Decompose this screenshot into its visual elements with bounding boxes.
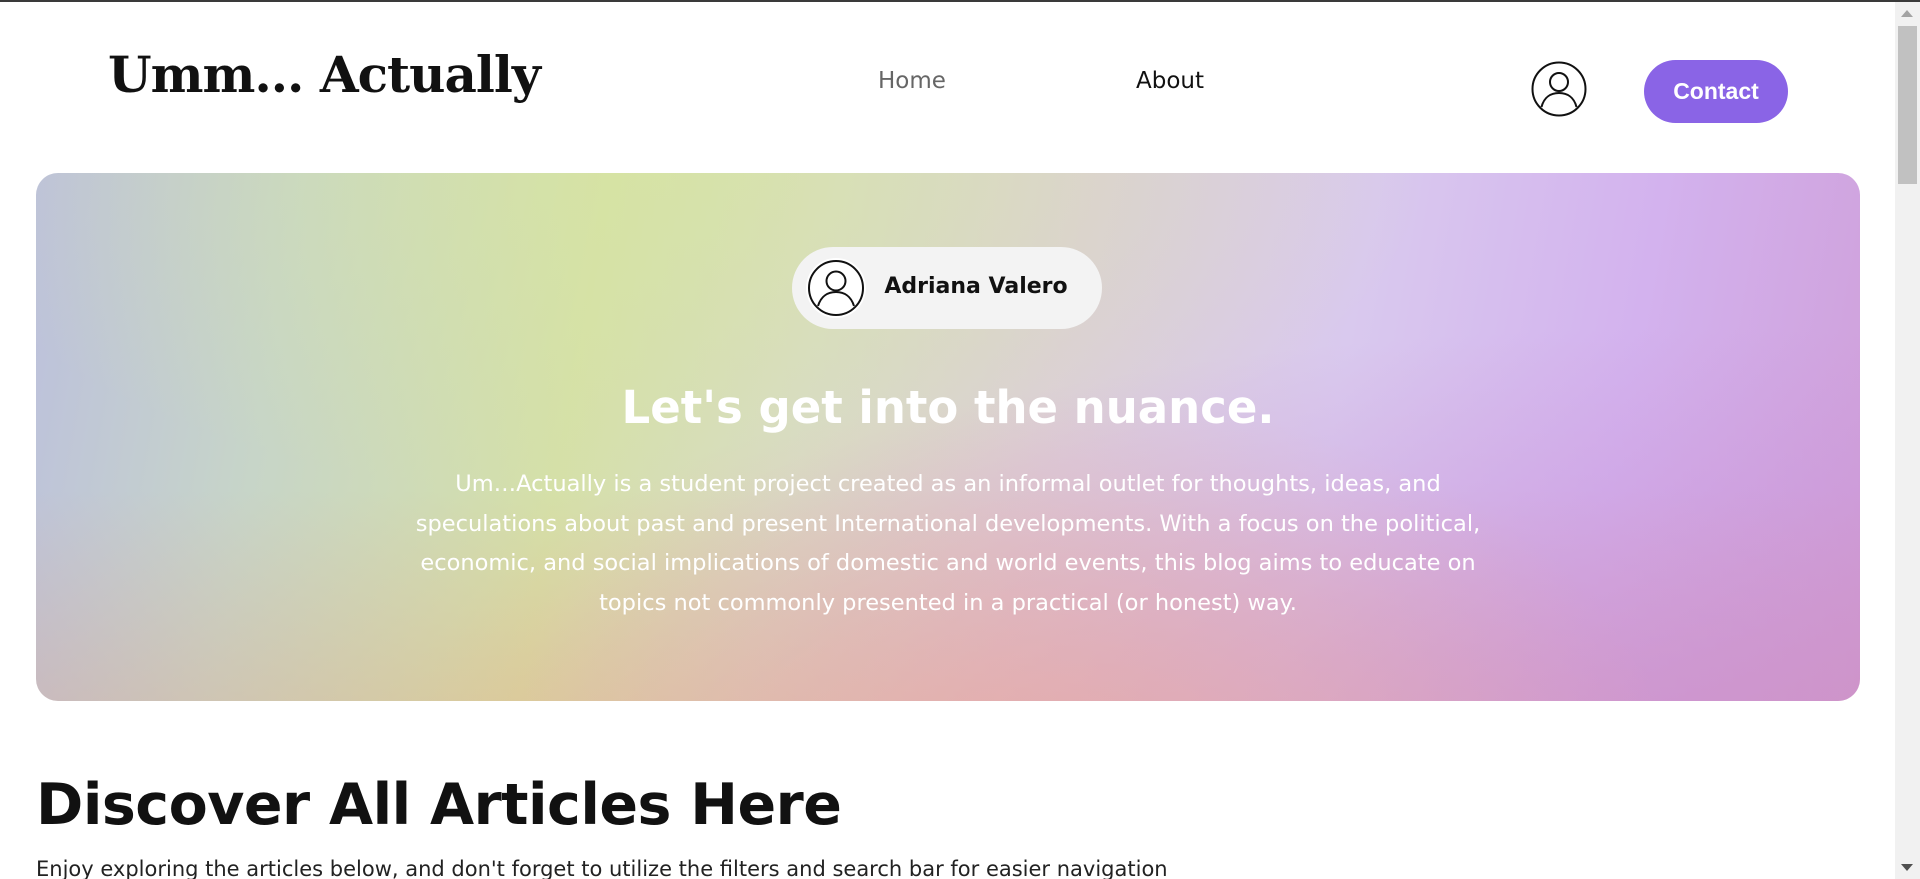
hero-banner: Adriana Valero Let's get into the nuance… — [36, 173, 1860, 701]
author-name: Adriana Valero — [884, 274, 1068, 299]
site-logo[interactable]: Umm… Actually — [108, 50, 541, 100]
nav-home-link[interactable]: Home — [878, 70, 946, 93]
scroll-up-arrow-icon[interactable] — [1901, 10, 1913, 17]
vertical-scrollbar[interactable] — [1895, 2, 1920, 879]
page: Umm… Actually Home About Contact Adriana… — [0, 0, 1920, 879]
nav-about-link[interactable]: About — [1136, 70, 1204, 93]
user-circle-icon[interactable] — [1531, 61, 1587, 117]
window-top-border — [0, 0, 1920, 2]
section-title: Discover All Articles Here — [36, 772, 842, 838]
scroll-down-arrow-icon[interactable] — [1901, 864, 1913, 871]
scroll-thumb[interactable] — [1898, 26, 1917, 184]
author-badge[interactable]: Adriana Valero — [792, 247, 1102, 329]
contact-button[interactable]: Contact — [1644, 60, 1788, 123]
hero-title: Let's get into the nuance. — [621, 381, 1275, 434]
section-subtitle: Enjoy exploring the articles below, and … — [36, 857, 1168, 879]
hero-description: Um…Actually is a student project created… — [415, 471, 1481, 616]
